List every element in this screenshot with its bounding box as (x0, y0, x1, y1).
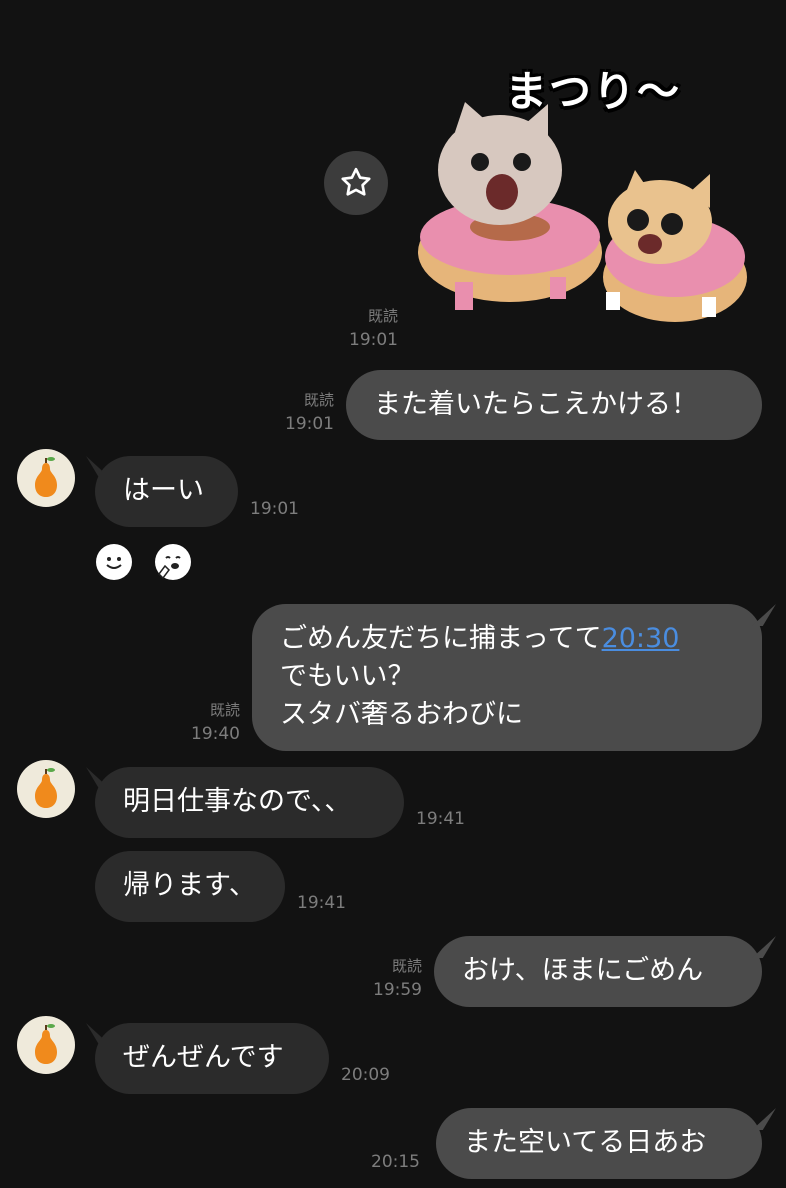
message-text: おけ、ほまにごめん (462, 955, 704, 986)
message-text: ぜんぜんです (123, 1042, 284, 1073)
message-line-3: スタバ奢るおわびに (280, 699, 523, 730)
message-meta: 既読 19:01 (266, 388, 334, 436)
pear-avatar-icon (35, 768, 57, 808)
outgoing-message-bubble[interactable]: また着いたらこえかける！ (346, 370, 762, 440)
time-link[interactable]: 20:30 (602, 623, 680, 654)
read-receipt: 既読 (303, 391, 334, 409)
favorite-star-button[interactable] (324, 151, 388, 215)
pear-avatar-icon (35, 457, 57, 497)
timestamp: 19:01 (250, 499, 299, 519)
timestamp: 19:41 (297, 893, 346, 913)
timestamp: 19:59 (373, 980, 422, 1000)
thinking-face-reaction-icon (158, 556, 181, 580)
contact-avatar[interactable] (17, 449, 75, 507)
message-meta: 既読 19:59 (354, 954, 422, 1002)
read-receipt: 既読 (391, 957, 422, 975)
timestamp: 20:09 (341, 1065, 390, 1085)
read-receipt: 既読 (367, 307, 398, 325)
message-text: また着いたらこえかける！ (374, 389, 698, 420)
outgoing-message-bubble[interactable]: おけ、ほまにごめん (434, 936, 762, 1007)
incoming-message-bubble[interactable]: はーい (95, 456, 238, 527)
smile-reaction-icon (106, 557, 122, 569)
timestamp: 19:41 (416, 809, 465, 829)
incoming-message-bubble[interactable]: ぜんぜんです (95, 1023, 329, 1094)
message-text: 明日仕事なので、、 (123, 786, 352, 817)
cats-in-donuts-sticker[interactable]: まつり〜 (410, 52, 760, 332)
outgoing-message-bubble[interactable]: また空いてる日あお (436, 1108, 762, 1179)
outgoing-message-bubble[interactable]: ごめん友だちに捕まってて20:30 でもいい？ スタバ奢るおわびに (252, 604, 762, 751)
read-receipt: 既読 (209, 701, 240, 719)
incoming-message-bubble[interactable]: 明日仕事なので、、 (95, 767, 404, 838)
message-meta: 既読 19:01 (330, 304, 398, 352)
message-line-2: でもいい？ (280, 661, 415, 692)
message-text: また空いてる日あお (464, 1127, 707, 1158)
contact-avatar[interactable] (17, 760, 75, 818)
timestamp: 20:15 (371, 1152, 420, 1172)
message-meta: 既読 19:40 (170, 698, 240, 746)
timestamp: 19:40 (191, 724, 240, 744)
star-icon (341, 167, 371, 196)
reaction-thinking[interactable] (155, 544, 191, 580)
pear-avatar-icon (35, 1024, 57, 1064)
message-line-1: ごめん友だちに捕まってて20:30 (280, 623, 680, 654)
message-text: 帰ります、 (123, 870, 256, 901)
timestamp: 19:01 (349, 330, 398, 350)
cats-in-donuts-sticker-art (418, 102, 747, 322)
reaction-smile[interactable] (96, 544, 132, 580)
message-text: はーい (123, 475, 204, 506)
contact-avatar[interactable] (17, 1016, 75, 1074)
timestamp: 19:01 (285, 414, 334, 434)
incoming-message-bubble[interactable]: 帰ります、 (95, 851, 285, 922)
